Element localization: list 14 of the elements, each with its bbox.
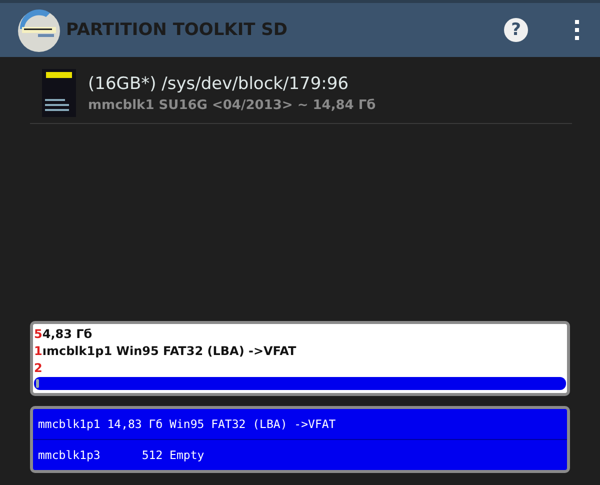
partition-row[interactable]: mmcblk1p1 14,83 Гб Win95 FAT32 (LBA) ->VFAT [33,409,567,439]
sd-card-icon [42,69,76,117]
partition-marker: 1 [34,344,42,358]
partition-label: 4,83 Гб [42,327,92,341]
help-button[interactable]: ? [504,18,528,42]
app-title: PARTITION TOOLKIT SD [66,20,288,40]
more-icon[interactable] [574,19,580,41]
logo-icon [16,7,62,53]
partition-marker: 5 [34,327,42,341]
partition-row[interactable]: mmcblk1p3 512 Empty [33,439,567,470]
partition-marker: 2 [34,361,42,375]
partition-label: ımcblk1p1 Win95 FAT32 (LBA) ->VFAT [42,344,296,358]
device-info: mmcblk1 SU16G <04/2013> ~ 14,84 Гб [88,98,376,112]
device-path: (16GB*) /sys/dev/block/179:96 [88,74,350,94]
